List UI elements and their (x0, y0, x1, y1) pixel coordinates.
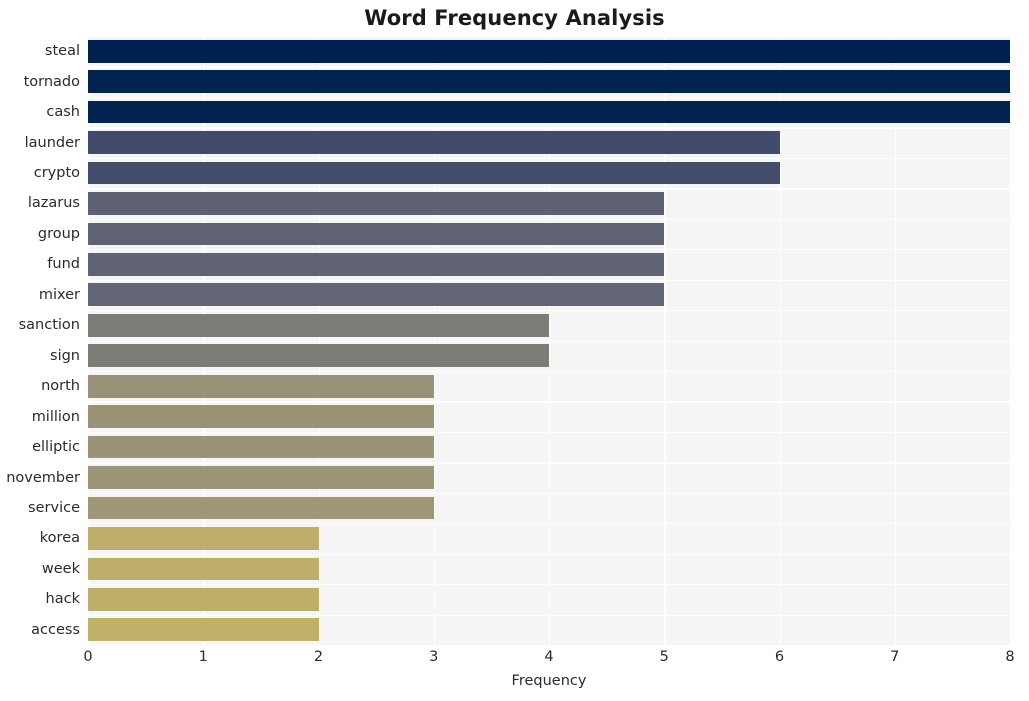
y-axis-tick-label: fund (47, 256, 80, 273)
y-axis-tick-label: group (37, 225, 80, 242)
bar (88, 100, 1010, 124)
bar (88, 435, 434, 459)
bar (88, 344, 549, 368)
bar (88, 39, 1010, 63)
word-frequency-chart-figure: Word Frequency Analysis steal tornado cash… (0, 0, 1029, 701)
bar (88, 618, 319, 642)
x-axis-tick-label: 5 (659, 649, 669, 665)
x-axis-title: Frequency (511, 673, 587, 689)
x-axis-tick-label: 7 (890, 649, 900, 665)
bar (88, 587, 319, 611)
bar (88, 313, 549, 337)
y-axis-tick-label: launder (24, 134, 80, 151)
x-axis-tick-label: 0 (83, 649, 93, 665)
bar (88, 283, 665, 307)
y-axis-tick-label: service (28, 499, 80, 516)
x-axis-tick-label: 6 (774, 649, 785, 665)
y-axis-tick-label: korea (39, 530, 80, 547)
x-axis-tick-label: 8 (1005, 649, 1015, 665)
bar (88, 161, 780, 185)
y-axis-tick-label: tornado (23, 73, 80, 90)
bar (88, 496, 434, 520)
y-axis-tick-label: north (41, 377, 80, 394)
x-axis-tick-labels: 0 1 2 3 4 5 6 7 8 (83, 649, 1014, 674)
bars-container (88, 36, 1010, 645)
y-axis-tick-label: sign (50, 347, 80, 364)
y-axis-tick-label: mixer (38, 286, 80, 303)
y-axis-tick-label: crypto (33, 164, 80, 181)
x-axis-tick-label: 2 (313, 649, 324, 665)
x-axis-tick-label: 1 (198, 649, 208, 665)
y-axis-tick-label: week (41, 560, 80, 577)
x-gridline (1010, 36, 1012, 645)
bar (88, 374, 434, 398)
y-axis-tick-label: hack (45, 591, 80, 608)
bar (88, 466, 434, 489)
bar (88, 70, 1010, 93)
y-axis-tick-labels: steal tornado cash launder crypto lazarus grou… (0, 36, 80, 645)
plot-area (88, 36, 1012, 647)
bar (88, 527, 319, 550)
bar (88, 192, 665, 215)
y-axis-tick-label: steal (44, 42, 80, 59)
bar (88, 131, 780, 154)
bar (88, 557, 319, 581)
bar (88, 222, 665, 246)
bar (88, 405, 434, 428)
bar (88, 253, 665, 276)
y-axis-tick-label: sanction (18, 317, 80, 334)
y-axis-tick-label: lazarus (27, 195, 80, 212)
x-axis-tick-label: 3 (429, 649, 439, 665)
chart-title: Word Frequency Analysis (364, 6, 665, 30)
y-axis-tick-label: access (31, 621, 80, 638)
x-axis-tick-label: 4 (544, 649, 554, 665)
y-axis-tick-label: million (31, 408, 80, 425)
y-axis-tick-label: elliptic (32, 438, 80, 455)
y-axis-tick-label: cash (46, 103, 80, 120)
y-gridline (88, 645, 1010, 647)
y-axis-tick-label: november (6, 469, 80, 486)
